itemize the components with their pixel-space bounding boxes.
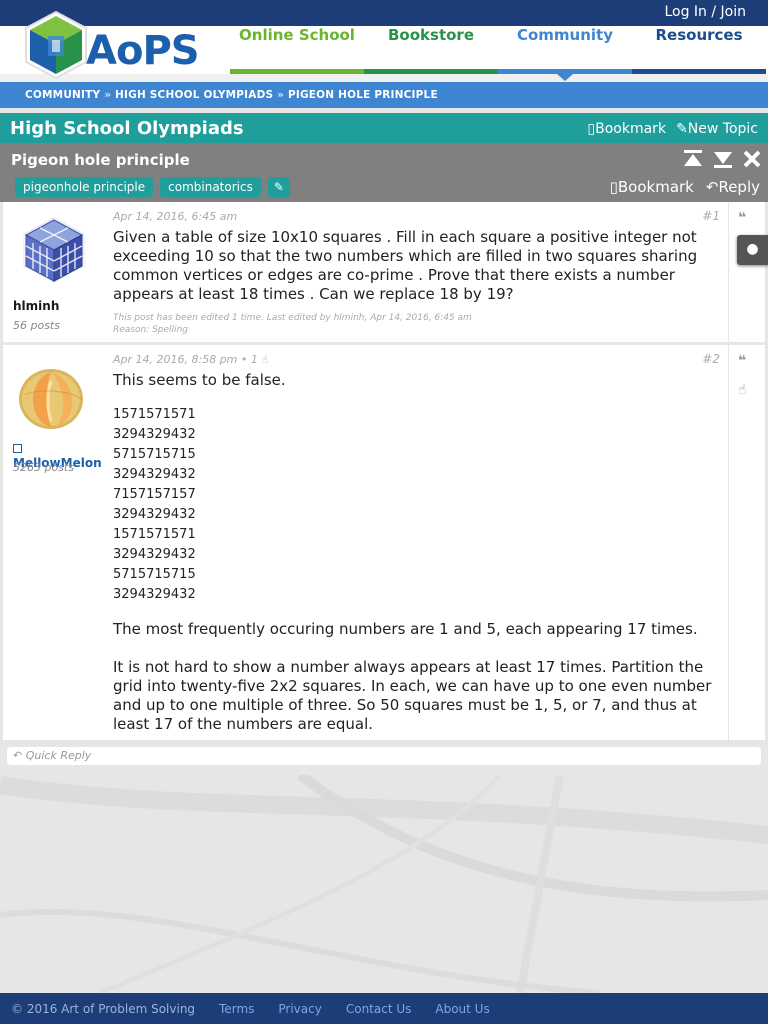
- post-number[interactable]: #2: [702, 352, 720, 366]
- edit-reason: Reason: Spelling: [113, 325, 188, 335]
- post-side-actions: ❝ ☝: [728, 345, 765, 740]
- post-number[interactable]: #1: [702, 209, 720, 223]
- topic-tags: pigeonhole principle combinatorics ✎: [15, 177, 290, 197]
- post-paragraph: The most frequently occuring numbers are…: [113, 620, 698, 638]
- post-count: 56 posts: [13, 319, 60, 332]
- breadcrumb-community[interactable]: COMMUNITY: [25, 89, 100, 101]
- login-join-link[interactable]: Log In / Join: [664, 4, 746, 20]
- breadcrumb-sep: »: [104, 89, 112, 101]
- breadcrumb-forum[interactable]: HIGH SCHOOL OLYMPIADS: [115, 89, 273, 101]
- post-meta: Apr 14, 2016, 8:58 pm • 1 ☝: [113, 353, 268, 366]
- close-icon[interactable]: [742, 149, 762, 174]
- nav-bookstore[interactable]: Bookstore: [364, 22, 498, 74]
- tag-combinatorics[interactable]: combinatorics: [160, 177, 261, 197]
- nav-resources[interactable]: Resources: [632, 22, 766, 74]
- footer-contact-link[interactable]: Contact Us: [346, 1002, 412, 1016]
- grid-row: 3294329432: [113, 467, 196, 482]
- edit-note: This post has been edited 1 time. Last e…: [113, 313, 472, 323]
- main-nav: Online School Bookstore Community Resour…: [230, 22, 766, 81]
- grid-row: 5715715715: [113, 567, 196, 582]
- bookmark-icon: ▯: [587, 121, 596, 137]
- breadcrumb-sep: »: [277, 89, 285, 101]
- nav-underline: [230, 69, 364, 74]
- post-count: 5263 posts: [13, 461, 74, 474]
- jump-bottom-icon[interactable]: [712, 149, 734, 174]
- topic-bookmark-label: Bookmark: [617, 178, 694, 196]
- moderator-badge-icon: [13, 444, 22, 453]
- thumbs-up-icon[interactable]: ☝: [738, 382, 747, 398]
- topic-actions: ▯Bookmark ↶Reply: [610, 178, 760, 196]
- post-date[interactable]: Apr 14, 2016, 6:45 am: [113, 210, 237, 223]
- quick-reply-bar[interactable]: ↶ Quick Reply: [7, 747, 761, 765]
- new-topic-button[interactable]: ✎New Topic: [676, 121, 758, 137]
- quick-reply-label: Quick Reply: [25, 749, 92, 762]
- new-topic-label: New Topic: [687, 121, 758, 137]
- reply-button[interactable]: ↶Reply: [706, 178, 760, 196]
- nav-underline: [364, 69, 498, 74]
- footer-about-link[interactable]: About Us: [435, 1002, 489, 1016]
- thumbs-up-icon: ☝: [261, 353, 269, 366]
- nav-community[interactable]: Community: [498, 22, 632, 81]
- logo-text[interactable]: AoPS: [86, 28, 200, 74]
- footer-privacy-link[interactable]: Privacy: [278, 1002, 321, 1016]
- forum-bookmark-label: Bookmark: [595, 121, 667, 137]
- like-count: • 1: [240, 353, 258, 366]
- post-1: hlminh 56 posts Apr 14, 2016, 6:45 am #1…: [3, 202, 765, 344]
- globe-icon[interactable]: ●: [737, 235, 768, 265]
- bookmark-icon: ▯: [609, 178, 618, 196]
- grid-row: 3294329432: [113, 507, 196, 522]
- nav-label: Community: [516, 26, 614, 44]
- post-date[interactable]: Apr 14, 2016, 8:58 pm: [113, 353, 237, 366]
- quote-icon[interactable]: ❝: [738, 210, 746, 226]
- forum-title[interactable]: High School Olympiads: [10, 118, 244, 139]
- grid-row: 1571571571: [113, 407, 196, 422]
- topic-header: Pigeon hole principle pigeonhole princip…: [0, 143, 768, 202]
- jump-top-icon[interactable]: [682, 149, 704, 174]
- background-map-graphic: [0, 775, 768, 993]
- edit-tags-icon[interactable]: ✎: [267, 177, 290, 197]
- nav-label: Online School: [239, 26, 355, 44]
- reply-icon: ↶: [13, 749, 23, 762]
- post-text: Given a table of size 10x10 squares . Fi…: [113, 228, 698, 303]
- forum-bookmark-button[interactable]: ▯Bookmark: [587, 121, 666, 137]
- reply-icon: ↶: [705, 178, 719, 196]
- post-side-actions: ❝: [728, 202, 765, 342]
- avatar[interactable]: [20, 216, 88, 284]
- breadcrumb: COMMUNITY » HIGH SCHOOL OLYMPIADS » PIGE…: [0, 82, 768, 108]
- grid-row: 3294329432: [113, 427, 196, 442]
- post-2: MellowMelon 5263 posts Apr 14, 2016, 8:5…: [3, 345, 765, 742]
- grid-row: 3294329432: [113, 547, 196, 562]
- forum-actions: ▯Bookmark ✎New Topic: [587, 121, 758, 137]
- edit-icon: ✎: [676, 121, 688, 137]
- tag-pigeonhole[interactable]: pigeonhole principle: [15, 177, 154, 197]
- nav-label: Resources: [655, 26, 743, 44]
- post-intro: This seems to be false.: [113, 371, 286, 389]
- grid-row: 1571571571: [113, 527, 196, 542]
- breadcrumb-topic[interactable]: PIGEON HOLE PRINCIPLE: [288, 89, 438, 101]
- avatar-cube-icon: [23, 217, 85, 283]
- grid-row: 5715715715: [113, 447, 196, 462]
- aops-logo-icon: [25, 10, 87, 80]
- avatar-melon-icon: [19, 369, 83, 429]
- nav-label: Bookstore: [388, 26, 474, 44]
- number-grid: 1571571571 3294329432 5715715715 3294329…: [113, 405, 196, 605]
- copyright: © 2016 Art of Problem Solving: [11, 1001, 196, 1016]
- reply-label: Reply: [718, 178, 760, 196]
- site-footer: © 2016 Art of Problem Solving Terms Priv…: [0, 993, 768, 1024]
- active-caret: [557, 74, 573, 81]
- quote-icon[interactable]: ❝: [738, 353, 746, 369]
- forum-header: High School Olympiads ▯Bookmark ✎New Top…: [0, 113, 768, 143]
- topic-title: Pigeon hole principle: [11, 151, 190, 169]
- grid-row: 3294329432: [113, 587, 196, 602]
- grid-row: 7157157157: [113, 487, 196, 502]
- topic-bookmark-button[interactable]: ▯Bookmark: [610, 178, 694, 196]
- nav-online-school[interactable]: Online School: [230, 22, 364, 74]
- username[interactable]: hlminh: [13, 299, 59, 313]
- footer-terms-link[interactable]: Terms: [219, 1002, 254, 1016]
- background-pattern: [0, 775, 768, 993]
- post-paragraph: It is not hard to show a number always a…: [113, 658, 712, 733]
- nav-underline: [632, 69, 766, 74]
- topic-icons: [682, 149, 762, 174]
- avatar[interactable]: [17, 359, 91, 433]
